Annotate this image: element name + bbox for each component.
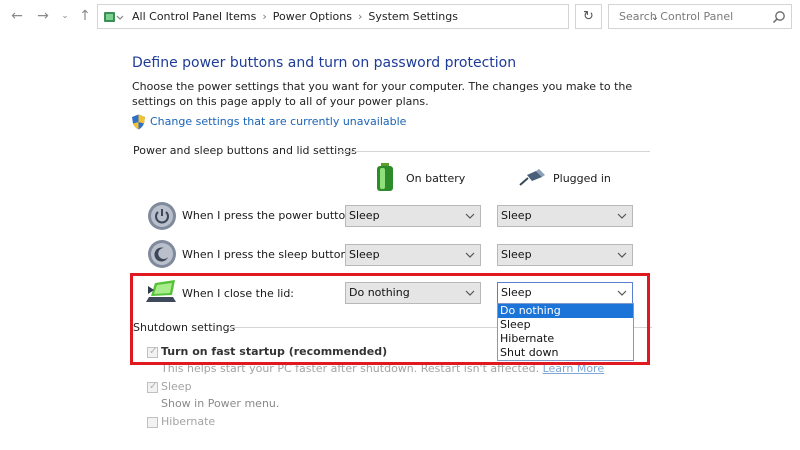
- page-description: Choose the power settings that you want …: [132, 80, 633, 108]
- sleep-checkbox[interactable]: ✓: [147, 381, 158, 393]
- power-button-battery-select[interactable]: Sleep: [345, 205, 481, 227]
- chevron-down-icon: [617, 213, 627, 219]
- breadcrumb-item[interactable]: All Control Panel Items: [132, 10, 256, 23]
- up-arrow-icon[interactable]: ↑: [76, 6, 94, 26]
- address-box[interactable]: All Control Panel Items › Power Options › Sy…: [97, 4, 659, 29]
- select-value: Sleep: [501, 209, 532, 222]
- power-button-icon: [147, 201, 177, 231]
- breadcrumb-item[interactable]: Power Options: [273, 10, 352, 23]
- chevron-down-icon: [617, 252, 627, 258]
- chevron-down-icon: [465, 213, 475, 219]
- sleep-option-sub: Show in Power menu.: [161, 397, 280, 410]
- recent-locations-chevron-icon[interactable]: ⌄: [58, 6, 72, 26]
- sleep-button-icon: [147, 239, 177, 269]
- dropdown-option[interactable]: Do nothing: [498, 304, 633, 318]
- sleep-option-label: Sleep: [161, 380, 192, 393]
- sleep-button-plugged-select[interactable]: Sleep: [497, 244, 633, 266]
- uac-shield-icon: [131, 114, 146, 133]
- close-lid-plugged-dropdown-list: Do nothing Sleep Hibernate Shut down: [497, 303, 634, 361]
- change-settings-link[interactable]: Change settings that are currently unava…: [150, 115, 406, 128]
- sleep-button-battery-select[interactable]: Sleep: [345, 244, 481, 266]
- search-input[interactable]: Search Control Panel: [608, 4, 792, 29]
- forward-arrow-icon[interactable]: →: [34, 6, 52, 26]
- chevron-down-icon: [465, 252, 475, 258]
- search-icon: [772, 11, 785, 24]
- dropdown-option[interactable]: Shut down: [498, 346, 633, 360]
- breadcrumb-separator-icon: ›: [357, 10, 363, 23]
- column-header-battery: On battery: [406, 172, 466, 185]
- power-button-plugged-select[interactable]: Sleep: [497, 205, 633, 227]
- select-value: Sleep: [349, 209, 380, 222]
- address-bar-area: ← → ⌄ ↑ All Control Panel Items › Power Op…: [0, 0, 800, 33]
- checkmark-icon: ✓: [149, 381, 158, 392]
- breadcrumb-item[interactable]: System Settings: [368, 10, 458, 23]
- back-arrow-icon[interactable]: ←: [8, 6, 26, 26]
- breadcrumb-separator-icon: ›: [262, 10, 267, 23]
- power-plug-icon: [518, 169, 546, 190]
- page-title: Define power buttons and turn on passwor…: [132, 55, 517, 71]
- hibernate-option-label: Hibernate: [161, 415, 216, 428]
- select-value: Sleep: [501, 248, 532, 261]
- select-value: Sleep: [349, 248, 380, 261]
- refresh-icon: ↻: [583, 9, 594, 24]
- hibernate-checkbox[interactable]: [147, 417, 158, 428]
- section-divider: [338, 151, 650, 152]
- search-placeholder: Search Control Panel: [619, 10, 734, 23]
- sleep-button-label: When I press the sleep button:: [182, 248, 352, 261]
- dropdown-option[interactable]: Sleep: [498, 318, 633, 332]
- control-panel-icon: [102, 9, 126, 28]
- refresh-button[interactable]: ↻: [575, 4, 602, 29]
- power-button-label: When I press the power button:: [182, 209, 356, 222]
- column-header-plugged: Plugged in: [553, 172, 611, 185]
- battery-icon: [374, 163, 398, 196]
- breadcrumb: All Control Panel Items › Power Options › Sy…: [132, 5, 458, 28]
- dropdown-option[interactable]: Hibernate: [498, 332, 633, 346]
- power-section-title: Power and sleep buttons and lid settings: [133, 144, 357, 157]
